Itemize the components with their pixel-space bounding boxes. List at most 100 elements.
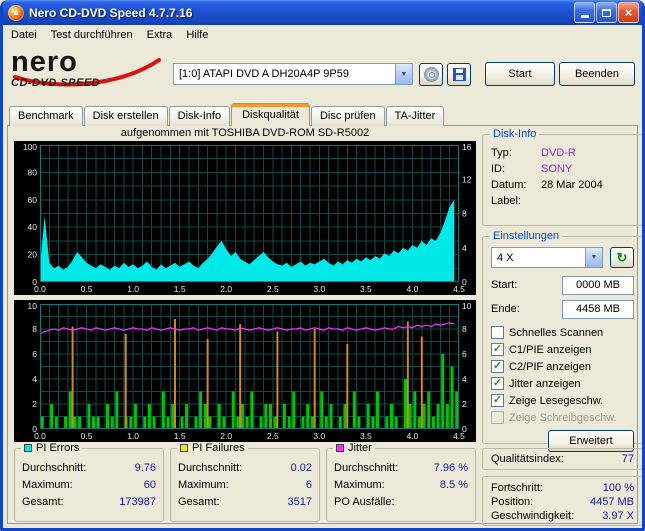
- svg-text:4: 4: [32, 374, 37, 384]
- svg-text:0.5: 0.5: [81, 431, 93, 441]
- svg-text:2.0: 2.0: [220, 284, 232, 294]
- stat-label: Durchschnitt:: [334, 461, 399, 474]
- chevron-down-icon[interactable]: ▼: [585, 248, 602, 267]
- svg-text:8: 8: [32, 324, 37, 334]
- quit-button[interactable]: Beenden: [559, 62, 635, 86]
- progress-row-geschwindigkeit: Geschwindigkeit: 3.97 X: [491, 509, 634, 523]
- tab-disk-erstellen[interactable]: Disk erstellen: [83, 106, 168, 126]
- tab-diskqualit-t[interactable]: Diskqualität: [231, 103, 310, 126]
- start-button[interactable]: Start: [485, 62, 555, 86]
- refresh-button[interactable]: ↻: [610, 247, 634, 268]
- maximize-button[interactable]: [596, 2, 617, 23]
- checkbox-label: Schnelles Scannen: [509, 326, 604, 339]
- stat-row: Durchschnitt: 0.02: [178, 459, 312, 476]
- checkbox-zeige-lesegeschw[interactable]: ✓ Zeige Lesegeschw.: [491, 392, 634, 409]
- svg-text:2: 2: [32, 399, 37, 409]
- stat-label: Maximum:: [178, 478, 229, 491]
- tab-ta-jitter[interactable]: TA-Jitter: [385, 106, 445, 126]
- drive-select-value: [1:0] ATAPI DVD A DH20A4P 9P59: [179, 68, 349, 80]
- svg-text:2.5: 2.5: [267, 431, 279, 441]
- logo-product: CD-DVD SPEED: [11, 77, 101, 89]
- svg-text:4.0: 4.0: [407, 284, 419, 294]
- stat-value: 8.5 %: [439, 478, 468, 491]
- end-position-input[interactable]: [562, 299, 634, 319]
- stats-legend: Jitter: [333, 442, 375, 454]
- svg-text:12: 12: [462, 174, 472, 184]
- minimize-icon: [580, 15, 589, 18]
- speed-select[interactable]: 4 X ▼: [491, 247, 603, 268]
- stat-row: Maximum: 60: [22, 476, 156, 493]
- chevron-down-icon[interactable]: ▼: [395, 64, 412, 84]
- drive-select[interactable]: [1:0] ATAPI DVD A DH20A4P 9P59 ▼: [173, 63, 413, 85]
- disc-icon: [423, 67, 439, 82]
- menu-test-durchf-hren[interactable]: Test durchführen: [44, 27, 140, 43]
- svg-text:100: 100: [23, 142, 37, 152]
- menu-hilfe[interactable]: Hilfe: [179, 27, 215, 43]
- progress-label: Fortschritt:: [491, 482, 543, 494]
- checkbox-c1-pie-anzeigen[interactable]: ✓ C1/PIE anzeigen: [491, 341, 634, 358]
- menu-datei[interactable]: Datei: [4, 27, 44, 43]
- minimize-button[interactable]: [574, 2, 595, 23]
- stat-row: PO Ausfälle:: [334, 493, 468, 510]
- stat-value: 3517: [287, 495, 312, 508]
- svg-text:4.5: 4.5: [453, 284, 465, 294]
- legend-color-icon: [24, 444, 32, 452]
- tab-disk-info[interactable]: Disk-Info: [168, 106, 231, 126]
- stat-label: Maximum:: [334, 478, 385, 491]
- svg-text:3.0: 3.0: [313, 431, 325, 441]
- svg-text:6: 6: [462, 349, 467, 359]
- svg-text:16: 16: [462, 142, 472, 152]
- chart-title: aufgenommen mit TOSHIBA DVD-ROM SD-R5002: [120, 127, 370, 139]
- disk-info-label: Typ:: [491, 147, 512, 159]
- progress-row-position: Position: 4457 MB: [491, 495, 634, 509]
- svg-text:0.0: 0.0: [34, 284, 46, 294]
- svg-text:1.5: 1.5: [174, 284, 186, 294]
- save-results-button[interactable]: [447, 63, 471, 86]
- stat-value: 6: [305, 478, 312, 491]
- refresh-icon: ↻: [616, 250, 628, 265]
- close-button[interactable]: ×: [618, 2, 639, 23]
- disk-info-label: Label:: [491, 195, 521, 207]
- svg-text:80: 80: [28, 167, 38, 177]
- tab-strip: Benchmark Disk erstellen Disk-Info Diskqual…: [3, 102, 642, 126]
- app-window: Nero CD-DVD Speed 4.7.7.16 × Datei Test d…: [0, 0, 645, 531]
- svg-text:4: 4: [462, 243, 467, 253]
- maximize-icon: [602, 8, 611, 17]
- checkbox-jitter-anzeigen[interactable]: ✓ Jitter anzeigen: [491, 375, 634, 392]
- disk-info-row-datum: Datum: 28 Mar 2004: [491, 177, 634, 193]
- svg-text:3.5: 3.5: [360, 284, 372, 294]
- progress-value: 100 %: [602, 482, 634, 494]
- checkbox-schnelles-scannen[interactable]: Schnelles Scannen: [491, 324, 634, 341]
- progress-box: Fortschritt: 100 % Position: 4457 MB Geschwi…: [482, 476, 642, 526]
- tab-benchmark[interactable]: Benchmark: [9, 106, 83, 126]
- menu-extra[interactable]: Extra: [140, 27, 180, 43]
- svg-text:4.5: 4.5: [453, 431, 465, 441]
- save-icon: [452, 68, 466, 81]
- checkbox-label: C1/PIE anzeigen: [509, 343, 592, 356]
- stats-jitter: Jitter Durchschnitt: 7.96 % Maximum: 8.5 % PO…: [326, 442, 476, 522]
- tab-disc-pr-fen[interactable]: Disc prüfen: [310, 106, 385, 126]
- pi-errors-chart: 02040608010004812160.0 0.5 1.0 1.5 2.0 2.5 3.0…: [14, 141, 476, 295]
- checkbox-box: ✓: [491, 394, 504, 407]
- pi-failures-jitter-chart: 024681002468100.0 0.5 1.0 1.5 2.0 2.5 3.0 3.5 4.…: [14, 300, 476, 442]
- toolbar: nero CD-DVD SPEED [1:0] ATAPI DVD A DH20…: [3, 44, 642, 102]
- stat-label: Gesamt:: [22, 495, 64, 508]
- eject-disc-button[interactable]: [419, 63, 443, 86]
- stat-label: Gesamt:: [178, 495, 220, 508]
- svg-text:10: 10: [462, 301, 472, 311]
- svg-text:3.0: 3.0: [313, 284, 325, 294]
- checkbox-label: Zeige Lesegeschw.: [509, 394, 604, 407]
- checkbox-zeige-schreibgeschw: Zeige Schreibgeschw.: [491, 409, 634, 426]
- svg-text:4: 4: [462, 374, 467, 384]
- legend-color-icon: [180, 444, 188, 452]
- start-position-input[interactable]: [562, 275, 634, 295]
- stat-row: Gesamt: 173987: [22, 493, 156, 510]
- stats-group-title: Jitter: [348, 442, 372, 454]
- disk-info-value: 28 Mar 2004: [541, 179, 603, 191]
- stat-value: 173987: [119, 495, 156, 508]
- stat-value: 0.02: [290, 461, 312, 474]
- disk-info-row-id: ID: SONY: [491, 161, 634, 177]
- svg-text:8: 8: [462, 209, 467, 219]
- checkbox-box: ✓: [491, 343, 504, 356]
- checkbox-c2-pif-anzeigen[interactable]: ✓ C2/PIF anzeigen: [491, 358, 634, 375]
